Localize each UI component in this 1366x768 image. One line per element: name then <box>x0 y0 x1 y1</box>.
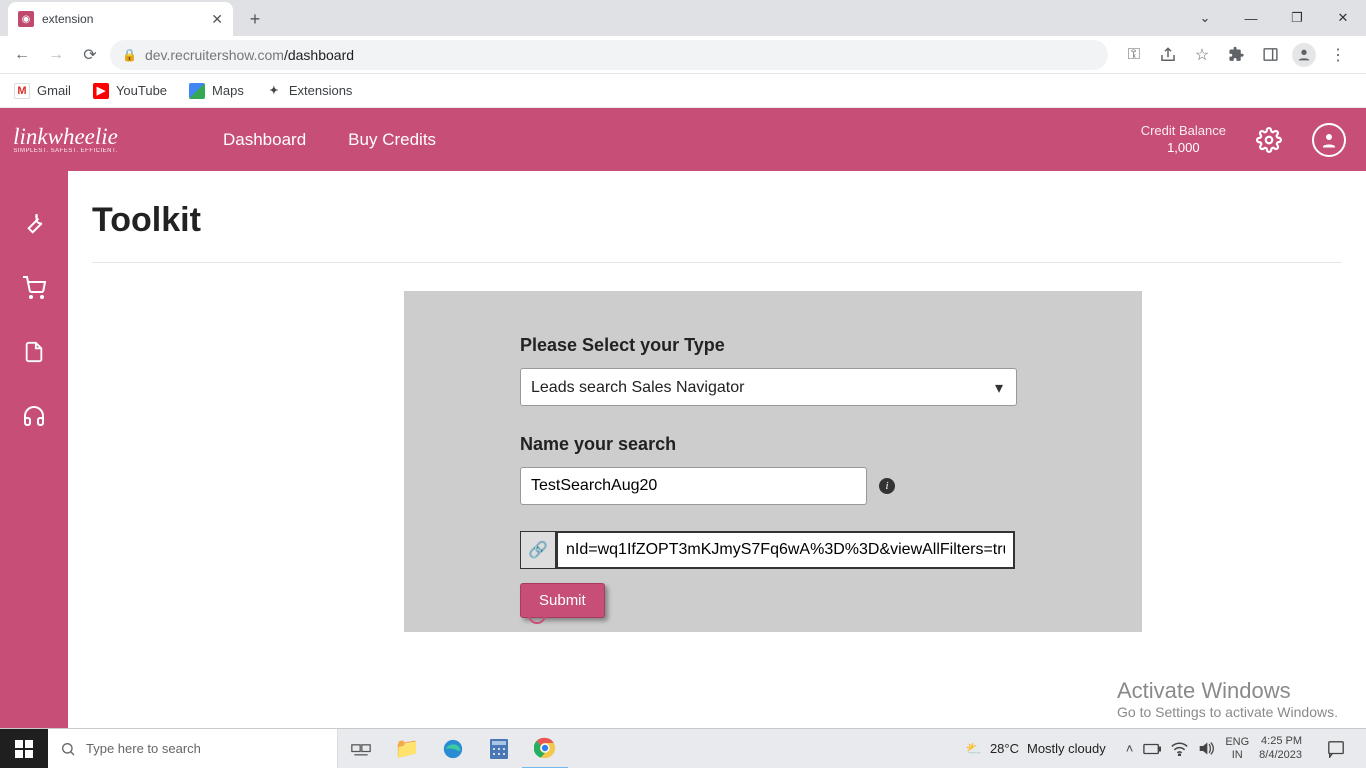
credit-label: Credit Balance <box>1141 123 1226 140</box>
type-select[interactable]: Leads search Sales Navigator <box>520 368 1017 406</box>
puzzle-icon: ✦ <box>266 83 282 99</box>
url-host: dev.recruitershow.com <box>145 47 284 63</box>
sidepanel-icon[interactable] <box>1258 43 1282 67</box>
kebab-menu-icon[interactable]: ⋮ <box>1326 43 1350 67</box>
close-window-button[interactable]: ✕ <box>1320 3 1366 33</box>
toolkit-form-card: Please Select your Type Leads search Sal… <box>404 291 1142 632</box>
name-row: i <box>520 467 1026 505</box>
watermark-line2: Go to Settings to activate Windows. <box>1117 704 1338 720</box>
activate-windows-watermark: Activate Windows Go to Settings to activ… <box>1117 678 1338 720</box>
info-icon[interactable]: i <box>879 478 895 494</box>
file-icon[interactable] <box>21 339 47 365</box>
clock[interactable]: 4:25 PM 8/4/2023 <box>1259 735 1306 761</box>
youtube-icon: ▶ <box>93 83 109 99</box>
bookmark-maps[interactable]: Maps <box>189 83 244 99</box>
weather-widget[interactable]: ⛅ 28°C Mostly cloudy <box>956 741 1116 757</box>
system-tray: ˄ ENG IN 4:25 PM 8/4/2023 <box>1116 735 1366 761</box>
type-select-wrap: Leads search Sales Navigator ▾ <box>520 368 1026 406</box>
brand-logo[interactable]: linkwheelie SIMPLEST. SAFEST. EFFICIENT. <box>0 125 133 154</box>
tab-strip: ◉ extension ✕ + ⌄ ― ❐ ✕ <box>0 0 1366 36</box>
address-row: ← → ⟳ 🔒 dev.recruitershow.com/dashboard … <box>0 36 1366 74</box>
search-icon <box>60 741 76 757</box>
lock-icon: 🔒 <box>122 48 137 62</box>
tab-favicon: ◉ <box>18 11 34 27</box>
volume-icon[interactable] <box>1198 741 1215 756</box>
maximize-button[interactable]: ❐ <box>1274 3 1320 33</box>
notifications-icon[interactable] <box>1316 740 1356 758</box>
browser-chrome: ◉ extension ✕ + ⌄ ― ❐ ✕ ← → ⟳ 🔒 dev.recr… <box>0 0 1366 108</box>
app-body: Toolkit Please Select your Type Leads se… <box>0 171 1366 728</box>
type-label: Please Select your Type <box>520 335 1026 356</box>
main-content: Toolkit Please Select your Type Leads se… <box>68 171 1366 728</box>
url-path: /dashboard <box>284 47 354 63</box>
header-right: Credit Balance 1,000 <box>1141 123 1346 157</box>
back-arrow-circle-icon[interactable]: ‹ <box>528 606 546 624</box>
address-bar[interactable]: 🔒 dev.recruitershow.com/dashboard <box>110 40 1108 70</box>
back-button[interactable]: ← <box>8 41 36 69</box>
cart-icon[interactable] <box>21 275 47 301</box>
bookmarks-bar: MGmail ▶YouTube Maps ✦Extensions <box>0 74 1366 108</box>
browser-tab[interactable]: ◉ extension ✕ <box>8 2 233 36</box>
maps-icon <box>189 83 205 99</box>
url-row: 🔗 <box>520 531 1026 569</box>
chrome-icon[interactable] <box>522 729 568 768</box>
brand-tagline: SIMPLEST. SAFEST. EFFICIENT. <box>13 148 117 154</box>
app-header: linkwheelie SIMPLEST. SAFEST. EFFICIENT.… <box>0 108 1366 171</box>
tab-title: extension <box>42 12 211 26</box>
task-view-icon[interactable] <box>338 729 384 768</box>
windows-icon <box>15 740 33 758</box>
gmail-icon: M <box>14 83 30 99</box>
key-icon[interactable]: ⚿ <box>1122 43 1146 67</box>
user-menu-icon[interactable] <box>1312 123 1346 157</box>
taskbar-search[interactable]: Type here to search <box>48 729 338 768</box>
start-button[interactable] <box>0 729 48 768</box>
name-label: Name your search <box>520 434 1026 455</box>
top-nav: Dashboard Buy Credits <box>223 130 436 150</box>
settings-gear-icon[interactable] <box>1254 125 1284 155</box>
new-tab-button[interactable]: + <box>241 5 269 33</box>
nav-buy-credits[interactable]: Buy Credits <box>348 130 436 150</box>
tray-chevron-icon[interactable]: ˄ <box>1126 741 1134 756</box>
share-icon[interactable] <box>1156 43 1180 67</box>
weather-temp: 28°C <box>990 741 1019 756</box>
calculator-icon[interactable] <box>476 729 522 768</box>
headphones-icon[interactable] <box>21 403 47 429</box>
minimize-button[interactable]: ― <box>1228 3 1274 33</box>
bookmark-extensions[interactable]: ✦Extensions <box>266 83 353 99</box>
edge-icon[interactable] <box>430 729 476 768</box>
credit-balance: Credit Balance 1,000 <box>1141 123 1226 157</box>
search-name-input[interactable] <box>520 467 867 505</box>
page-title: Toolkit <box>92 201 1342 240</box>
search-placeholder: Type here to search <box>86 741 201 756</box>
profile-avatar[interactable] <box>1292 43 1316 67</box>
bookmark-youtube[interactable]: ▶YouTube <box>93 83 167 99</box>
window-controls: ⌄ ― ❐ ✕ <box>1182 0 1366 36</box>
language-indicator[interactable]: ENG IN <box>1225 736 1249 760</box>
sidebar <box>0 171 68 728</box>
taskbar-apps: 📁 <box>338 729 568 768</box>
star-icon[interactable]: ☆ <box>1190 43 1214 67</box>
toolbar-right: ⚿ ☆ ⋮ <box>1114 43 1358 67</box>
close-tab-icon[interactable]: ✕ <box>211 11 223 28</box>
brand-text: linkwheelie <box>13 125 118 148</box>
watermark-line1: Activate Windows <box>1117 678 1338 704</box>
chevron-down-icon[interactable]: ⌄ <box>1182 3 1228 33</box>
weather-desc: Mostly cloudy <box>1027 741 1106 756</box>
battery-icon[interactable] <box>1143 743 1161 755</box>
extensions-icon[interactable] <box>1224 43 1248 67</box>
link-icon: 🔗 <box>520 531 556 569</box>
credit-value: 1,000 <box>1141 140 1226 157</box>
wifi-icon[interactable] <box>1171 742 1188 756</box>
file-explorer-icon[interactable]: 📁 <box>384 729 430 768</box>
forward-button[interactable]: → <box>42 41 70 69</box>
divider <box>92 262 1342 263</box>
url-input[interactable] <box>556 531 1015 569</box>
bookmark-gmail[interactable]: MGmail <box>14 83 71 99</box>
taskbar: Type here to search 📁 ⛅ 28°C Mostly clou… <box>0 728 1366 768</box>
weather-icon: ⛅ <box>966 741 982 757</box>
nav-dashboard[interactable]: Dashboard <box>223 130 306 150</box>
reload-button[interactable]: ⟳ <box>76 41 104 69</box>
wrench-icon[interactable] <box>21 211 47 237</box>
